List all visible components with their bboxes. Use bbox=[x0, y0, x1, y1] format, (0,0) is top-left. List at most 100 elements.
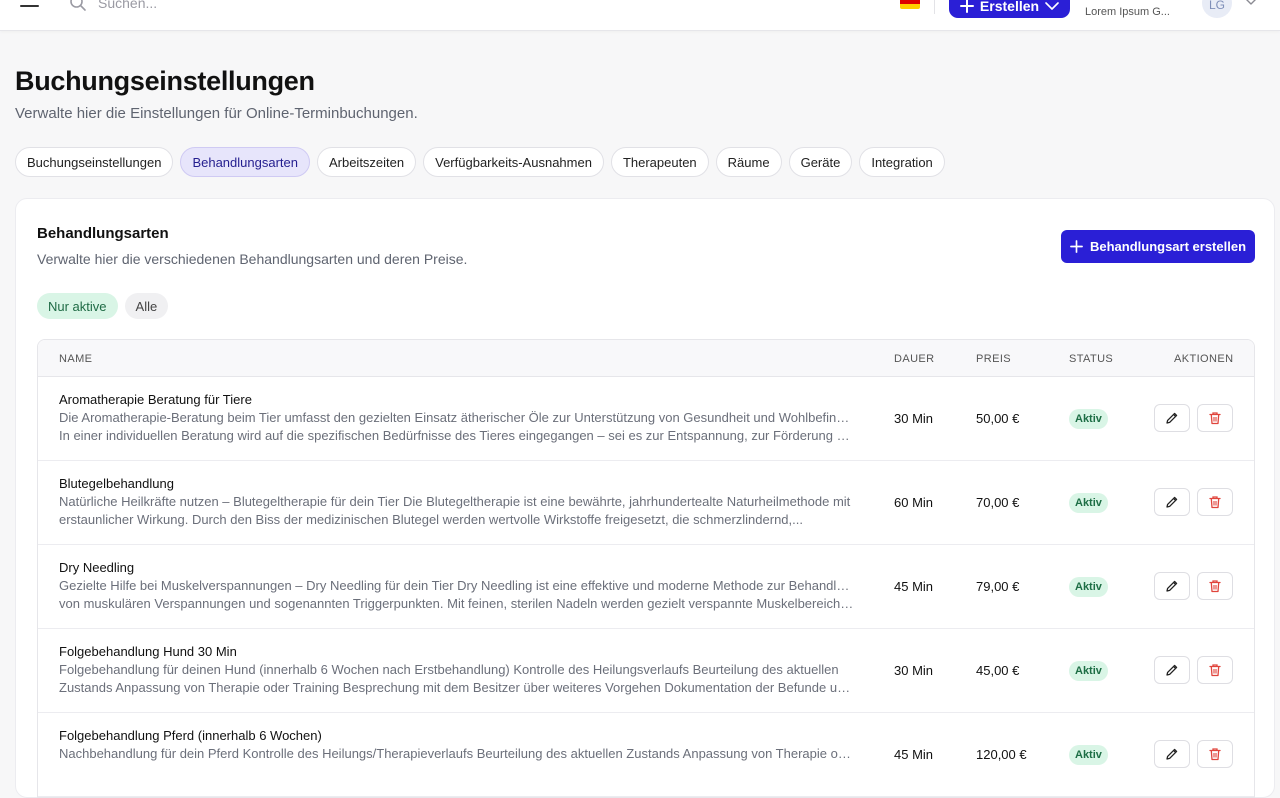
column-header-actions: AKTIONEN bbox=[1174, 353, 1234, 365]
plus-icon bbox=[959, 0, 974, 13]
table-header: NAME DAUER PREIS STATUS AKTIONEN bbox=[38, 340, 1254, 377]
create-treatment-type-button[interactable]: Behandlungsart erstellen bbox=[1061, 230, 1255, 263]
edit-button[interactable] bbox=[1154, 404, 1190, 432]
plus-icon bbox=[1070, 240, 1083, 253]
delete-button[interactable] bbox=[1197, 656, 1233, 684]
topbar-divider bbox=[934, 0, 935, 14]
top-bar: Erstellen Lorem Ipsum G... LG bbox=[0, 0, 1280, 31]
chevron-down-icon[interactable] bbox=[1245, 0, 1257, 6]
table-row[interactable]: Folgebehandlung Pferd (innerhalb 6 Woche… bbox=[38, 713, 1254, 797]
treatment-duration: 45 Min bbox=[894, 747, 934, 762]
treatment-price: 70,00 € bbox=[976, 495, 1020, 510]
trash-icon bbox=[1209, 496, 1221, 509]
treatment-name-cell: Folgebehandlung Pferd (innerhalb 6 Woche… bbox=[59, 728, 859, 763]
treatment-description: Folgebehandlung für deinen Hund (innerha… bbox=[59, 661, 859, 697]
section-subtitle: Verwalte hier die verschiedenen Behandlu… bbox=[37, 251, 468, 267]
treatment-description-line: Nachbehandlung für dein Pferd Kontrolle … bbox=[59, 746, 854, 761]
chevron-down-icon bbox=[1045, 1, 1059, 10]
treatment-description-line: Gezielte Hilfe bei Muskelverspannungen –… bbox=[59, 578, 854, 593]
delete-button[interactable] bbox=[1197, 404, 1233, 432]
page-subtitle: Verwalte hier die Einstellungen für Onli… bbox=[15, 105, 418, 122]
german-flag-icon[interactable] bbox=[900, 0, 920, 9]
treatment-description-line: von muskulären Verspannungen und sogenan… bbox=[59, 596, 854, 611]
status-badge: Aktiv bbox=[1069, 577, 1108, 597]
table-row[interactable]: Folgebehandlung Hund 30 Min Folgebehandl… bbox=[38, 629, 1254, 713]
delete-button[interactable] bbox=[1197, 740, 1233, 768]
settings-tabs: Buchungseinstellungen Behandlungsarten A… bbox=[15, 147, 945, 177]
create-treatment-type-label: Behandlungsart erstellen bbox=[1089, 239, 1247, 254]
table-row[interactable]: Blutegelbehandlung Natürliche Heilkräfte… bbox=[38, 461, 1254, 545]
treatment-name: Blutegelbehandlung bbox=[59, 476, 174, 491]
treatment-price: 79,00 € bbox=[976, 579, 1020, 594]
tab-integration[interactable]: Integration bbox=[859, 147, 945, 177]
treatment-name: Aromatherapie Beratung für Tiere bbox=[59, 392, 252, 407]
treatment-duration: 30 Min bbox=[894, 663, 934, 678]
filter-all[interactable]: Alle bbox=[124, 293, 169, 319]
treatment-duration: 30 Min bbox=[894, 411, 934, 426]
status-badge: Aktiv bbox=[1069, 745, 1108, 765]
treatment-name-cell: Folgebehandlung Hund 30 Min Folgebehandl… bbox=[59, 644, 859, 697]
treatment-duration: 60 Min bbox=[894, 495, 934, 510]
delete-button[interactable] bbox=[1197, 572, 1233, 600]
treatment-description-line: erstaunlicher Wirkung. Durch den Biss de… bbox=[59, 512, 803, 527]
treatment-price: 50,00 € bbox=[976, 411, 1020, 426]
treatment-name-cell: Dry Needling Gezielte Hilfe bei Muskelve… bbox=[59, 560, 859, 613]
treatment-duration: 45 Min bbox=[894, 579, 934, 594]
create-button[interactable]: Erstellen bbox=[949, 0, 1070, 18]
treatment-price: 120,00 € bbox=[976, 747, 1027, 762]
treatment-types-card: Behandlungsarten Verwalte hier die versc… bbox=[15, 198, 1275, 798]
tab-behandlungsarten[interactable]: Behandlungsarten bbox=[180, 147, 310, 177]
page-title: Buchungseinstellungen bbox=[15, 66, 315, 96]
create-button-label: Erstellen bbox=[979, 0, 1040, 14]
tab-buchungseinstellungen[interactable]: Buchungseinstellungen bbox=[15, 147, 174, 177]
tab-geraete[interactable]: Geräte bbox=[788, 147, 853, 177]
treatment-description-line: Zustands Anpassung von Therapie oder Tra… bbox=[59, 680, 854, 695]
table-row[interactable]: Dry Needling Gezielte Hilfe bei Muskelve… bbox=[38, 545, 1254, 629]
treatment-name: Dry Needling bbox=[59, 560, 135, 575]
pencil-icon bbox=[1166, 496, 1178, 508]
company-name[interactable]: Lorem Ipsum G... bbox=[1085, 6, 1170, 18]
treatment-description-line: In einer individuellen Beratung wird auf… bbox=[59, 428, 854, 443]
delete-button[interactable] bbox=[1197, 488, 1233, 516]
tab-therapeuten[interactable]: Therapeuten bbox=[610, 147, 709, 177]
search-input[interactable] bbox=[98, 0, 398, 12]
tab-raeume[interactable]: Räume bbox=[715, 147, 782, 177]
treatment-name-cell: Blutegelbehandlung Natürliche Heilkräfte… bbox=[59, 476, 859, 529]
avatar[interactable]: LG bbox=[1202, 0, 1232, 18]
treatment-name-cell: Aromatherapie Beratung für Tiere Die Aro… bbox=[59, 392, 859, 445]
treatment-description: Nachbehandlung für dein Pferd Kontrolle … bbox=[59, 745, 859, 763]
pencil-icon bbox=[1166, 664, 1178, 676]
status-badge: Aktiv bbox=[1069, 493, 1108, 513]
treatment-description: Natürliche Heilkräfte nutzen – Blutegelt… bbox=[59, 493, 859, 529]
status-filters: Nur aktive Alle bbox=[37, 293, 169, 319]
edit-button[interactable] bbox=[1154, 572, 1190, 600]
section-title: Behandlungsarten bbox=[37, 225, 169, 242]
column-header-name: NAME bbox=[59, 353, 93, 365]
table-row[interactable]: Aromatherapie Beratung für Tiere Die Aro… bbox=[38, 377, 1254, 461]
status-badge: Aktiv bbox=[1069, 409, 1108, 429]
treatment-name: Folgebehandlung Hund 30 Min bbox=[59, 644, 237, 659]
filter-only-active[interactable]: Nur aktive bbox=[37, 293, 118, 319]
trash-icon bbox=[1209, 412, 1221, 425]
column-header-status: STATUS bbox=[1069, 353, 1114, 365]
pencil-icon bbox=[1166, 412, 1178, 424]
pencil-icon bbox=[1166, 580, 1178, 592]
treatment-description-line: Folgebehandlung für deinen Hund (innerha… bbox=[59, 662, 839, 677]
treatment-name: Folgebehandlung Pferd (innerhalb 6 Woche… bbox=[59, 728, 322, 743]
column-header-price: PREIS bbox=[976, 353, 1012, 365]
trash-icon bbox=[1209, 664, 1221, 677]
tab-verfuegbarkeits-ausnahmen[interactable]: Verfügbarkeits-Ausnahmen bbox=[423, 147, 604, 177]
edit-button[interactable] bbox=[1154, 656, 1190, 684]
treatment-description-line: Natürliche Heilkräfte nutzen – Blutegelt… bbox=[59, 494, 851, 509]
treatment-description: Die Aromatherapie-Beratung beim Tier umf… bbox=[59, 409, 859, 445]
trash-icon bbox=[1209, 580, 1221, 593]
treatment-description-line: Die Aromatherapie-Beratung beim Tier umf… bbox=[59, 410, 854, 425]
edit-button[interactable] bbox=[1154, 740, 1190, 768]
column-header-duration: DAUER bbox=[894, 353, 935, 365]
hamburger-menu-icon[interactable] bbox=[20, 0, 39, 12]
status-badge: Aktiv bbox=[1069, 661, 1108, 681]
treatment-description: Gezielte Hilfe bei Muskelverspannungen –… bbox=[59, 577, 859, 613]
edit-button[interactable] bbox=[1154, 488, 1190, 516]
tab-arbeitszeiten[interactable]: Arbeitszeiten bbox=[316, 147, 417, 177]
treatment-types-table: NAME DAUER PREIS STATUS AKTIONEN Aromath… bbox=[37, 339, 1255, 798]
